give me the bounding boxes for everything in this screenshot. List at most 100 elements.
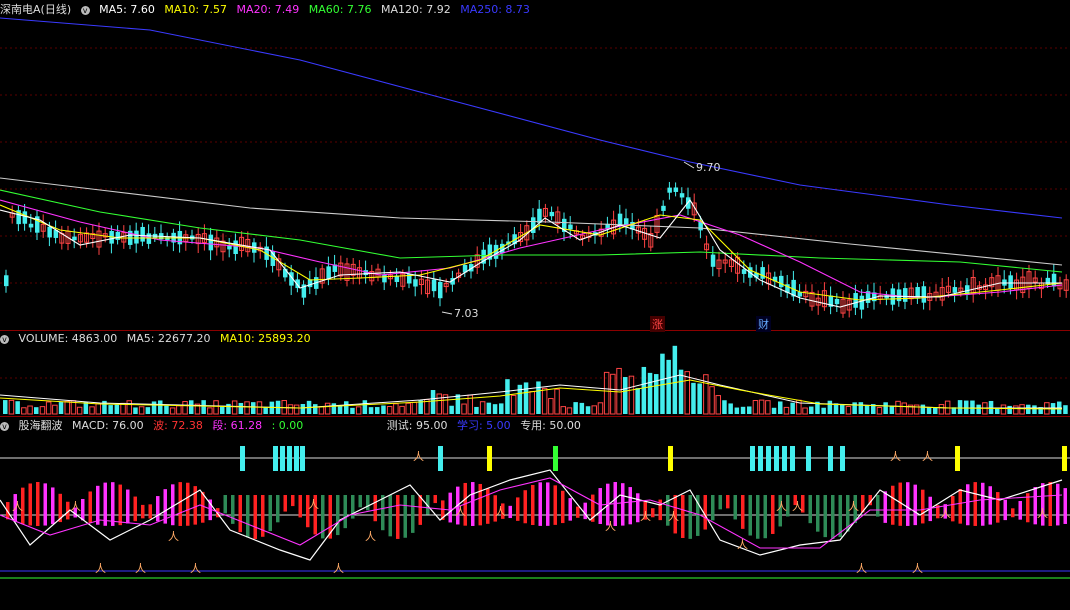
histogram-bar: [96, 485, 100, 525]
histogram-bar: [838, 495, 842, 538]
volume-bar: [666, 359, 671, 414]
histogram-bar: [883, 491, 887, 523]
histogram-bar: [471, 482, 475, 526]
candle-body: [537, 208, 542, 223]
histogram-bar: [576, 506, 580, 518]
volume-bar: [628, 375, 635, 415]
histogram-bar: [988, 486, 992, 525]
histogram-bar: [763, 495, 767, 539]
volume-bar: [151, 401, 157, 414]
volume-bar: [1007, 405, 1012, 414]
person-marker: 人: [792, 500, 803, 513]
marker-cai[interactable]: 财: [756, 316, 771, 332]
histogram-bar: [388, 495, 392, 537]
candle-body: [568, 224, 573, 230]
signal-mark: [955, 446, 960, 471]
volume-bar: [95, 403, 101, 415]
histogram-bar: [823, 495, 827, 538]
person-marker: 人: [668, 510, 679, 523]
histogram-bar: [981, 482, 985, 526]
volume-bar: [362, 400, 368, 414]
histogram-bar: [546, 482, 550, 526]
person-marker: 人: [737, 538, 748, 551]
volume-bar: [505, 379, 510, 414]
volume-bar: [876, 406, 883, 415]
histogram-bar: [756, 495, 760, 539]
histogram-bar: [148, 504, 152, 519]
volume-bar: [331, 403, 337, 414]
histogram-bar: [411, 495, 415, 533]
ma5-line: [0, 199, 1062, 308]
candle-body: [952, 287, 958, 293]
volume-bar: [164, 405, 169, 414]
candle-body: [667, 187, 672, 193]
volume-bar: [201, 400, 206, 414]
candle-body: [921, 286, 927, 303]
histogram-bar: [126, 489, 130, 524]
volume-bar: [573, 402, 578, 414]
candle-body: [661, 205, 666, 211]
signal-mark: [806, 446, 811, 471]
histogram-bar: [621, 483, 625, 526]
high-price-label: 9.70: [696, 161, 721, 174]
signal-mark: [766, 446, 771, 471]
histogram-bar: [531, 484, 535, 526]
volume-bar: [895, 400, 901, 415]
volume-bar: [660, 353, 665, 414]
signal-mark: [487, 446, 492, 471]
histogram-bar: [1011, 508, 1015, 518]
candle-body: [4, 275, 9, 287]
histogram-bar: [186, 482, 190, 526]
candle-body: [438, 281, 443, 299]
volume-bar: [182, 401, 188, 415]
volume-bar: [603, 371, 610, 415]
volume-bar: [988, 400, 994, 414]
signal-mark: [774, 446, 779, 471]
volume-bar: [344, 401, 349, 414]
histogram-bar: [118, 484, 122, 526]
volume-bar: [510, 394, 517, 415]
volume-bar: [474, 406, 479, 414]
histogram-bar: [771, 495, 775, 534]
volume-bar: [709, 386, 715, 415]
volume-bar: [1063, 405, 1068, 414]
volume-bar: [970, 400, 975, 414]
volume-bar: [293, 404, 300, 415]
histogram-bar: [51, 487, 55, 525]
person-marker: 人: [190, 562, 201, 575]
volume-bar: [368, 407, 374, 414]
volume-bar: [883, 402, 888, 414]
histogram-bar: [553, 485, 557, 525]
candle-body: [679, 193, 685, 198]
histogram-bar: [171, 484, 175, 526]
marker-zhang[interactable]: 涨: [650, 316, 665, 332]
histogram-bar: [538, 482, 542, 526]
volume-bar: [220, 406, 225, 414]
histogram-bar: [141, 504, 145, 519]
signal-mark: [1062, 446, 1067, 471]
volume-bar: [169, 407, 176, 415]
candle-body: [413, 279, 418, 287]
volume-bar: [337, 405, 343, 414]
volume-bar: [889, 405, 895, 414]
volume-bar: [591, 405, 597, 415]
histogram-bar: [223, 495, 227, 514]
candle-body: [208, 234, 214, 251]
volume-bar: [411, 401, 418, 415]
volume-bar: [790, 402, 795, 414]
candle-body: [47, 226, 52, 238]
volume-bar: [8, 399, 15, 415]
low-pointer: [441, 311, 453, 315]
volume-bar: [238, 402, 244, 414]
volume-bar: [393, 403, 399, 415]
volume-bar: [213, 400, 219, 415]
histogram-bar: [253, 495, 257, 539]
signal-mark: [300, 446, 305, 471]
signal-mark: [750, 446, 755, 471]
volume-bar: [89, 406, 95, 415]
person-marker: 人: [495, 505, 506, 518]
candle-body: [140, 226, 145, 242]
histogram-bar: [238, 495, 242, 533]
chart-canvas[interactable]: 人人人人人人人人人人人 人人人 人人人人人人人 人人人人: [0, 0, 1070, 610]
histogram-bar: [28, 483, 32, 526]
